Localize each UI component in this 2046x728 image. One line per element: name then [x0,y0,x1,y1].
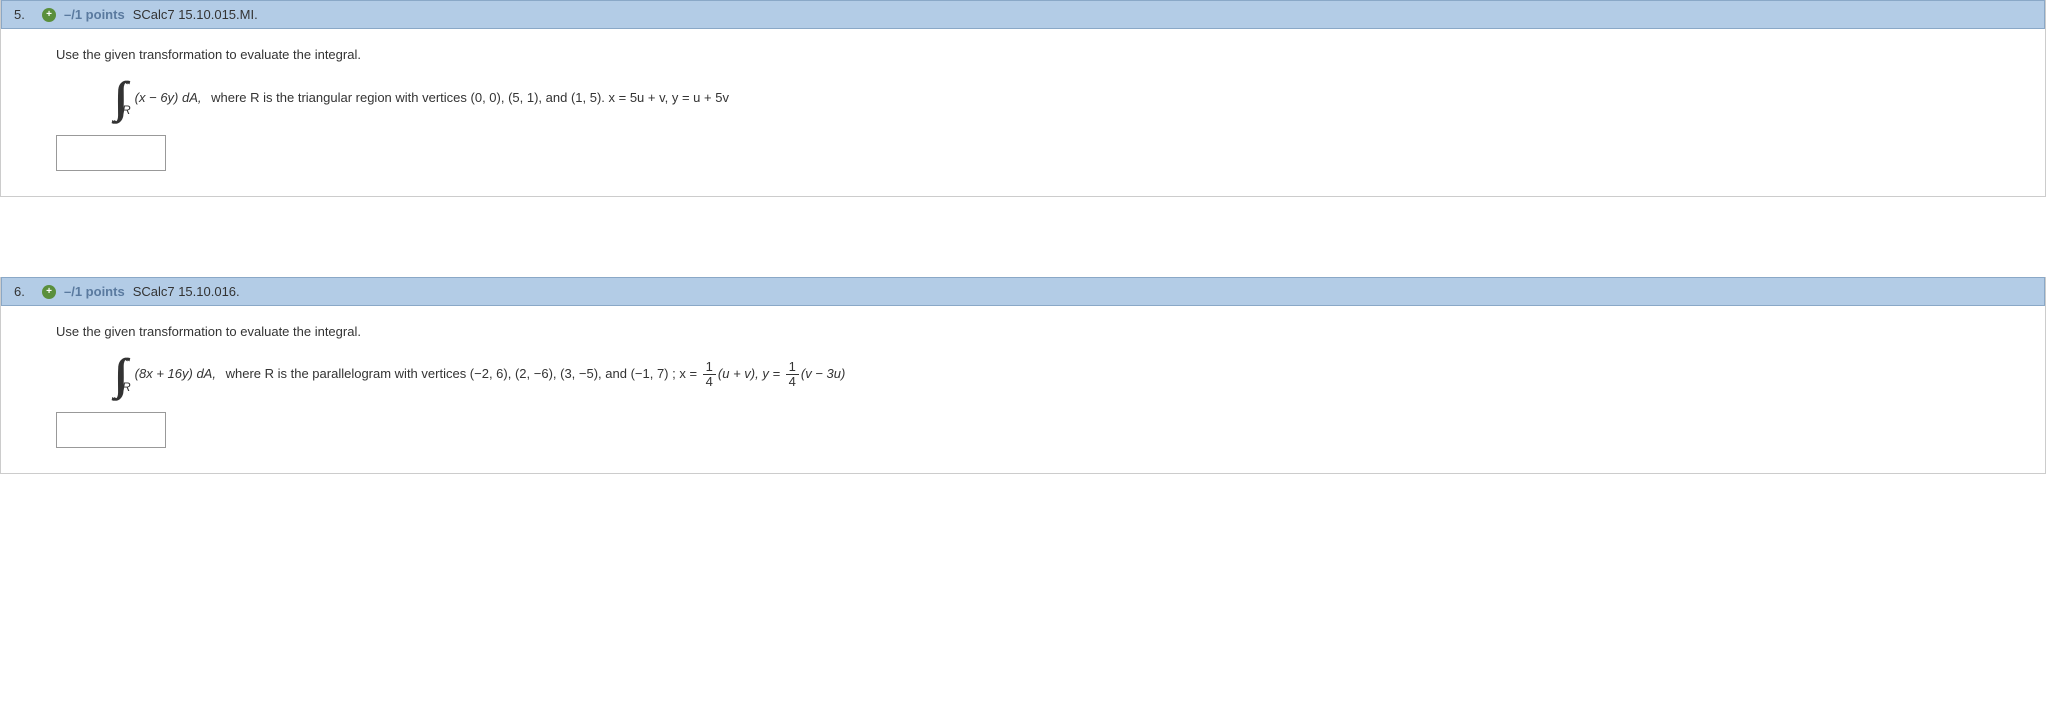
integrand: (x − 6y) dA, [135,90,202,105]
double-integral-icon: ∫∫ R [116,357,125,392]
answer-input[interactable] [56,412,166,448]
question-prompt: Use the given transformation to evaluate… [56,324,2035,339]
fraction: 14 [703,360,716,390]
points-label: –/1 points [64,284,125,299]
question-number: 5. [14,7,34,22]
fraction: 14 [786,360,799,390]
book-reference: SCalc7 15.10.015.MI. [133,7,258,22]
plus-icon[interactable]: + [42,285,56,299]
math-expression: ∫∫ R (x − 6y) dA, where R is the triangu… [116,80,2035,115]
question-body: Use the given transformation to evaluate… [1,29,2045,196]
question-prompt: Use the given transformation to evaluate… [56,47,2035,62]
integrand: (8x + 16y) dA, [135,366,216,381]
double-integral-icon: ∫∫ R [116,80,125,115]
answer-input[interactable] [56,135,166,171]
book-reference: SCalc7 15.10.016. [133,284,240,299]
question-body: Use the given transformation to evaluate… [1,306,2045,473]
points-label: –/1 points [64,7,125,22]
question-block: 6. + –/1 points SCalc7 15.10.016. Use th… [0,277,2046,474]
plus-icon[interactable]: + [42,8,56,22]
question-header[interactable]: 5. + –/1 points SCalc7 15.10.015.MI. [1,0,2045,29]
question-block: 5. + –/1 points SCalc7 15.10.015.MI. Use… [0,0,2046,197]
question-header[interactable]: 6. + –/1 points SCalc7 15.10.016. [1,277,2045,306]
region-description: where R is the triangular region with ve… [211,90,729,105]
region-description: where R is the parallelogram with vertic… [226,366,846,381]
question-number: 6. [14,284,34,299]
math-expression: ∫∫ R (8x + 16y) dA, where R is the paral… [116,357,2035,392]
